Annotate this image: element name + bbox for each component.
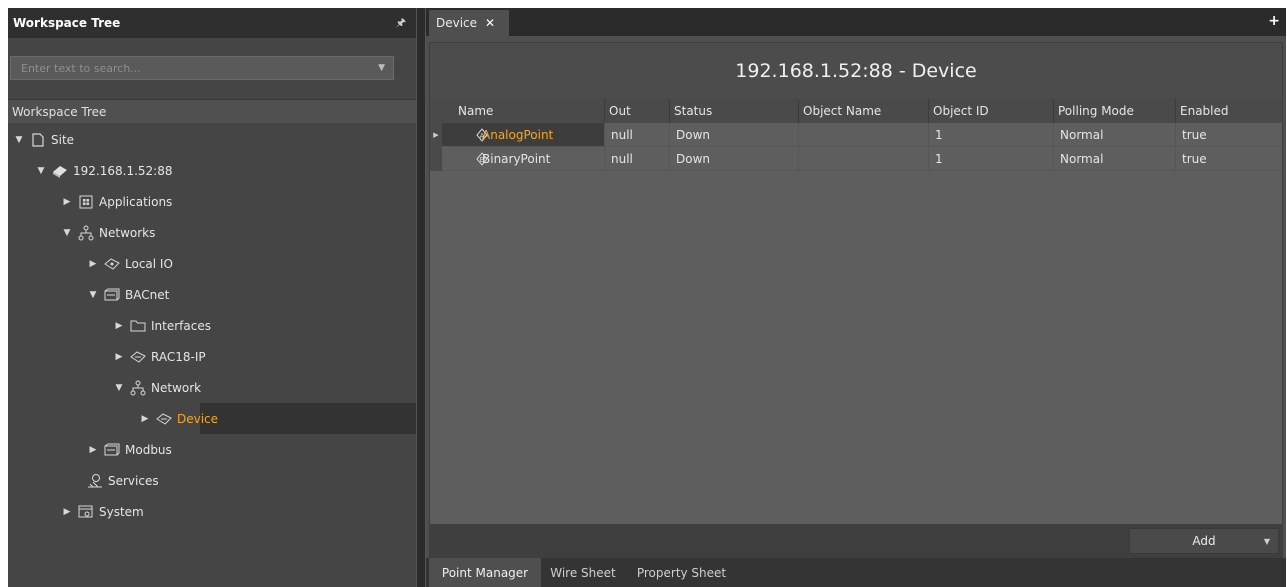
tree-node-applications[interactable]: ▶ Applications	[8, 186, 416, 217]
cell-enabled: true	[1175, 147, 1282, 171]
applications-icon	[77, 193, 95, 211]
bacnet-icon	[103, 286, 121, 304]
column-header-polling-mode[interactable]: Polling Mode	[1053, 99, 1175, 123]
system-icon	[77, 503, 95, 521]
tree-node-modbus[interactable]: ▶ Modbus	[8, 434, 416, 465]
column-header-status[interactable]: Status	[669, 99, 798, 123]
network-icon	[77, 224, 95, 242]
modbus-icon	[103, 441, 121, 459]
point-manager-view: 192.168.1.52:88 - Device Name Out Status…	[429, 42, 1283, 558]
services-icon	[86, 472, 104, 490]
editor-panel: Device ✕ + 192.168.1.52:88 - Device Name…	[426, 8, 1286, 587]
cell-object-name	[798, 147, 928, 171]
chevron-right-icon[interactable]: ▶	[61, 197, 73, 207]
cell-polling-mode: Normal	[1053, 147, 1175, 171]
tree-node-device-root[interactable]: ▼ 192.168.1.52:88	[8, 155, 416, 186]
cell-name[interactable]: B BinaryPoint	[442, 147, 604, 171]
panel-title: Workspace Tree	[13, 16, 121, 30]
close-icon[interactable]: ✕	[485, 16, 495, 30]
tree-node-networks[interactable]: ▼ Networks	[8, 217, 416, 248]
tree-node-network[interactable]: ▼ Network	[8, 372, 416, 403]
panel-splitter[interactable]	[416, 8, 426, 587]
table-row[interactable]: B BinaryPoint null Down 1 Normal true	[430, 147, 1282, 171]
tab-wire-sheet[interactable]: Wire Sheet	[541, 558, 625, 587]
chevron-right-icon[interactable]: ▶	[113, 321, 125, 331]
chevron-right-icon[interactable]: ▶	[139, 414, 151, 424]
tree-node-device[interactable]: ▶ Device	[8, 403, 416, 434]
app-window: Workspace Tree 🖈 ▼ Workspace Tree ▼ Site…	[8, 8, 1286, 587]
column-header-out[interactable]: Out	[604, 99, 669, 123]
cell-object-id: 1	[928, 123, 1053, 147]
workspace-tree-header: Workspace Tree 🖈	[8, 8, 416, 38]
chevron-right-icon[interactable]: ▶	[113, 352, 125, 362]
chevron-right-icon[interactable]: ▶	[61, 507, 73, 517]
tree-node-interfaces[interactable]: ▶ Interfaces	[8, 310, 416, 341]
cell-object-id: 1	[928, 147, 1053, 171]
cell-status: Down	[669, 147, 798, 171]
io-icon	[103, 255, 121, 273]
table-row[interactable]: ▶ A AnalogPoint null Down 1 Normal true	[430, 123, 1282, 147]
editor-tabbar: Device ✕ +	[426, 8, 1286, 36]
tab-point-manager[interactable]: Point Manager	[429, 558, 541, 587]
workspace-tree-panel: Workspace Tree 🖈 ▼ Workspace Tree ▼ Site…	[8, 8, 416, 587]
tree-node-site[interactable]: ▼ Site	[8, 124, 416, 155]
pin-icon[interactable]: 🖈	[396, 14, 406, 33]
tab-device[interactable]: Device ✕	[429, 10, 509, 36]
chevron-down-icon[interactable]: ▼	[87, 290, 99, 300]
chevron-down-icon[interactable]: ▼	[35, 166, 47, 176]
device-icon	[155, 410, 173, 428]
cell-out: null	[604, 147, 669, 171]
cell-polling-mode: Normal	[1053, 123, 1175, 147]
column-header-object-name[interactable]: Object Name	[798, 99, 928, 123]
svg-text:A: A	[480, 132, 485, 140]
row-indicator-icon: ▶	[430, 123, 442, 147]
cell-enabled: true	[1175, 123, 1282, 147]
column-header-object-id[interactable]: Object ID	[928, 99, 1053, 123]
tree-node-system[interactable]: ▶ System	[8, 496, 416, 527]
cell-name[interactable]: A AnalogPoint	[442, 123, 604, 147]
row-indicator	[430, 147, 442, 171]
tab-property-sheet[interactable]: Property Sheet	[625, 558, 738, 587]
analog-point-icon: A	[476, 128, 488, 142]
chevron-right-icon[interactable]: ▶	[87, 445, 99, 455]
column-header-name[interactable]: Name	[442, 99, 604, 123]
chevron-right-icon[interactable]: ▶	[87, 259, 99, 269]
selection-highlight	[200, 403, 416, 434]
tree-node-local-io[interactable]: ▶ Local IO	[8, 248, 416, 279]
view-tabs: Point Manager Wire Sheet Property Sheet	[426, 558, 1286, 587]
table-header: Name Out Status Object Name Object ID Po…	[430, 99, 1282, 123]
column-header-enabled[interactable]: Enabled	[1175, 99, 1282, 123]
cell-out: null	[604, 123, 669, 147]
network-icon	[129, 379, 147, 397]
tree-header: Workspace Tree	[8, 99, 416, 123]
add-tab-icon[interactable]: +	[1268, 13, 1280, 29]
file-icon	[29, 131, 47, 149]
svg-text:B: B	[480, 156, 485, 164]
device-icon	[129, 348, 147, 366]
chevron-down-icon[interactable]: ▼	[378, 63, 385, 73]
folder-icon	[129, 317, 147, 335]
search-box[interactable]: ▼	[10, 56, 394, 80]
tree-node-bacnet[interactable]: ▼ BACnet	[8, 279, 416, 310]
device-icon	[51, 162, 69, 180]
page-title: 192.168.1.52:88 - Device	[430, 43, 1282, 99]
chevron-down-icon[interactable]: ▼	[1264, 537, 1270, 546]
search-area: ▼	[8, 38, 416, 98]
add-button[interactable]: Add ▼	[1129, 528, 1279, 554]
workspace-tree: ▼ Site ▼ 192.168.1.52:88 ▶ Applications …	[8, 124, 416, 587]
tree-node-services[interactable]: Services	[8, 465, 416, 496]
chevron-down-icon[interactable]: ▼	[13, 135, 25, 145]
tree-node-rac18-ip[interactable]: ▶ RAC18-IP	[8, 341, 416, 372]
cell-status: Down	[669, 123, 798, 147]
chevron-down-icon[interactable]: ▼	[113, 383, 125, 393]
search-input[interactable]	[19, 60, 379, 76]
binary-point-icon: B	[476, 152, 488, 166]
action-bar: Add ▼	[429, 524, 1283, 558]
chevron-down-icon[interactable]: ▼	[61, 228, 73, 238]
cell-object-name	[798, 123, 928, 147]
